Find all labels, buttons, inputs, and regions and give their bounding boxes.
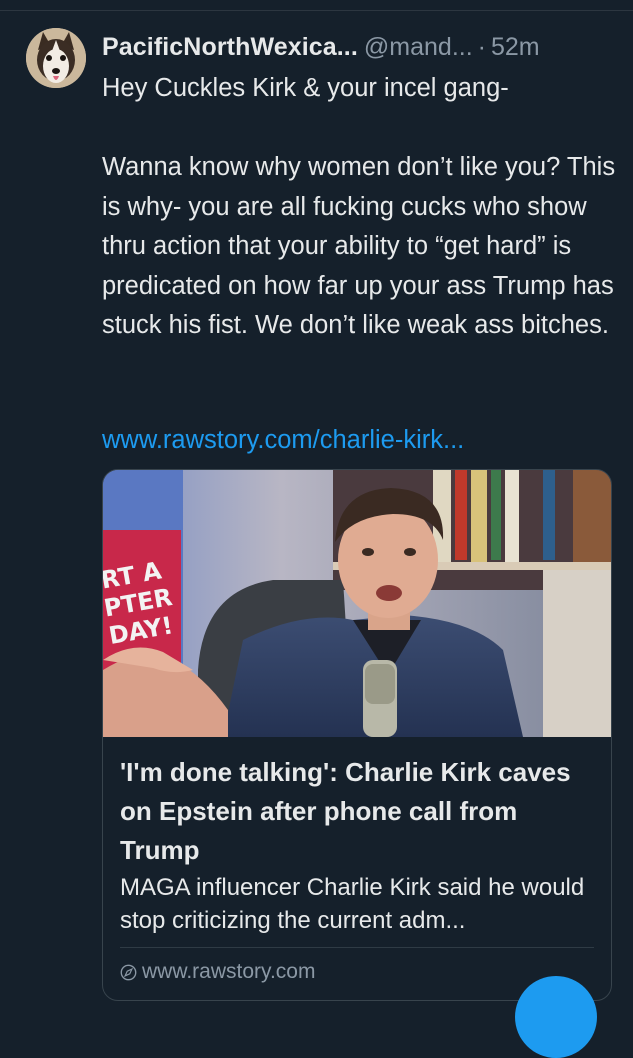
card-title[interactable]: 'I'm done talking': Charlie Kirk caves o…: [120, 753, 600, 870]
card-description: MAGA influencer Charlie Kirk said he wou…: [120, 874, 585, 934]
separator-dot: ·: [477, 33, 486, 61]
compose-button[interactable]: [515, 976, 597, 1058]
husky-avatar-icon: [26, 28, 86, 88]
display-name[interactable]: PacificNorthWexica...: [102, 33, 358, 61]
tweet-header: PacificNorthWexica... @mand... · 52m: [102, 30, 617, 64]
divider-line: [0, 10, 633, 11]
card-divider: [120, 947, 594, 948]
user-handle[interactable]: @mand...: [364, 33, 473, 61]
tweet-text: Hey Cuckles Kirk & your incel gang- Wann…: [102, 74, 616, 339]
card-domain[interactable]: www.rawstory.com: [120, 957, 315, 987]
card-domain-text: www.rawstory.com: [142, 960, 316, 983]
timestamp[interactable]: 52m: [491, 33, 540, 61]
link-preview-card[interactable]: RT A PTER DAY! 'I'm done talking': Charl…: [102, 469, 612, 1001]
avatar[interactable]: [26, 28, 86, 88]
article-image: RT A PTER DAY!: [103, 470, 611, 737]
globe-link-icon: [120, 964, 137, 980]
tweet-link[interactable]: www.rawstory.com/charlie-kirk...: [102, 420, 617, 460]
